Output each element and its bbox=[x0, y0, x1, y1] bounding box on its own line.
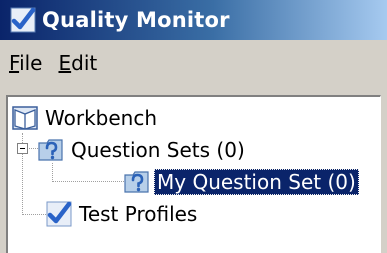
tree-label-question-sets: Question Sets (0) bbox=[71, 138, 245, 162]
tree-label-my-question-set: My Question Set (0) bbox=[154, 169, 359, 195]
tree-label-workbench: Workbench bbox=[45, 106, 157, 130]
tree-node-workbench[interactable]: Workbench bbox=[12, 101, 160, 135]
checkmark-icon bbox=[46, 201, 72, 227]
tree-view[interactable]: Workbench Question Sets (0) My Question … bbox=[6, 95, 381, 253]
collapse-toggle[interactable] bbox=[17, 143, 28, 154]
tree-node-my-question-set[interactable]: My Question Set (0) bbox=[124, 165, 359, 199]
tree-node-question-sets[interactable]: Question Sets (0) bbox=[38, 133, 248, 167]
checkmark-icon bbox=[9, 6, 37, 34]
book-icon bbox=[12, 105, 38, 131]
menu-file-mnemonic: F bbox=[9, 51, 20, 75]
tree-connector bbox=[52, 181, 124, 182]
tree-node-test-profiles[interactable]: Test Profiles bbox=[46, 197, 200, 231]
question-folder-icon bbox=[124, 169, 150, 195]
menu-edit-mnemonic: E bbox=[58, 51, 72, 75]
window-title: Quality Monitor bbox=[42, 8, 230, 32]
menu-edit-label: dit bbox=[71, 51, 98, 75]
menu-file[interactable]: File bbox=[2, 51, 49, 75]
application-window: Quality Monitor File Edit Workbench Ques… bbox=[0, 0, 387, 253]
menu-bar: File Edit bbox=[0, 40, 387, 86]
question-folder-icon bbox=[38, 137, 64, 163]
tree-label-test-profiles: Test Profiles bbox=[79, 202, 198, 226]
menu-edit[interactable]: Edit bbox=[51, 51, 104, 75]
title-bar[interactable]: Quality Monitor bbox=[0, 0, 387, 40]
menu-file-label: ile bbox=[19, 51, 43, 75]
tree-connector bbox=[22, 214, 46, 215]
